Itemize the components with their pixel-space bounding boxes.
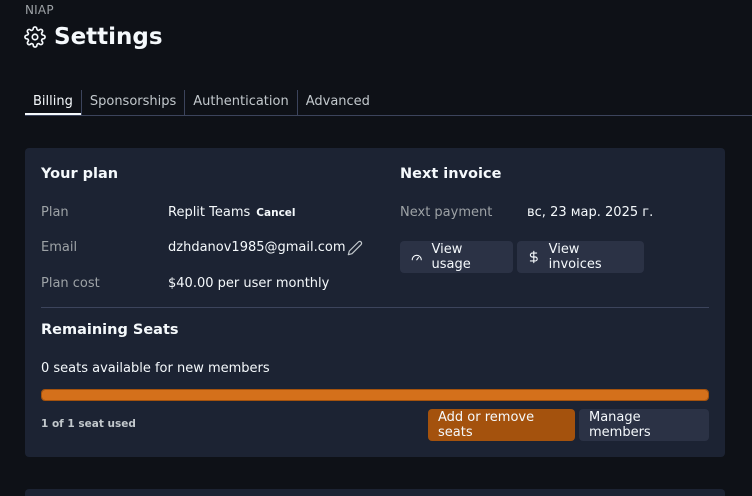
manage-members-button[interactable]: Manage members xyxy=(579,409,709,441)
gauge-icon xyxy=(411,254,422,261)
plan-cost-value: $40.00 per user monthly xyxy=(168,276,330,291)
plan-value: Replit Teams xyxy=(168,205,251,220)
next-invoice-heading: Next invoice xyxy=(400,166,502,182)
plan-value-row: Replit Teams Cancel xyxy=(168,205,296,220)
email-label: Email xyxy=(41,240,78,255)
next-card xyxy=(25,489,725,496)
seats-progress-fill xyxy=(42,390,708,400)
view-usage-button[interactable]: View usage xyxy=(400,241,513,273)
edit-pencil-icon[interactable] xyxy=(347,240,363,256)
view-invoices-label: View invoices xyxy=(548,242,602,272)
tab-sponsorships[interactable]: Sponsorships xyxy=(80,90,184,115)
settings-tabs: Billing Sponsorships Authentication Adva… xyxy=(25,90,752,116)
next-payment-value: вс, 23 мар. 2025 г. xyxy=(527,205,654,220)
view-invoices-button[interactable]: View invoices xyxy=(517,241,644,273)
tab-billing[interactable]: Billing xyxy=(25,90,81,115)
remaining-seats-heading: Remaining Seats xyxy=(41,322,179,338)
section-divider xyxy=(41,307,709,308)
page-header: Settings xyxy=(24,24,163,50)
dollar-icon xyxy=(529,250,538,264)
plan-cost-label: Plan cost xyxy=(41,276,100,291)
your-plan-heading: Your plan xyxy=(41,166,119,182)
plan-label: Plan xyxy=(41,205,69,220)
gear-icon xyxy=(24,26,46,48)
view-usage-label: View usage xyxy=(431,242,471,272)
tab-authentication[interactable]: Authentication xyxy=(184,90,296,115)
email-value: dzhdanov1985@gmail.com xyxy=(168,240,346,255)
org-name: NIAP xyxy=(25,3,54,17)
next-payment-label: Next payment xyxy=(400,205,493,220)
add-remove-seats-button[interactable]: Add or remove seats xyxy=(428,409,575,441)
seats-progress-bar xyxy=(41,389,709,401)
tab-advanced[interactable]: Advanced xyxy=(296,90,378,115)
seats-available-text: 0 seats available for new members xyxy=(41,361,270,376)
billing-card: Your plan Plan Replit Teams Cancel Email … xyxy=(25,148,725,457)
seats-used-text: 1 of 1 seat used xyxy=(41,418,136,430)
cancel-plan-link[interactable]: Cancel xyxy=(256,207,295,219)
settings-page: NIAP Settings Billing Sponsorships Authe… xyxy=(0,0,752,496)
page-title: Settings xyxy=(54,24,163,50)
